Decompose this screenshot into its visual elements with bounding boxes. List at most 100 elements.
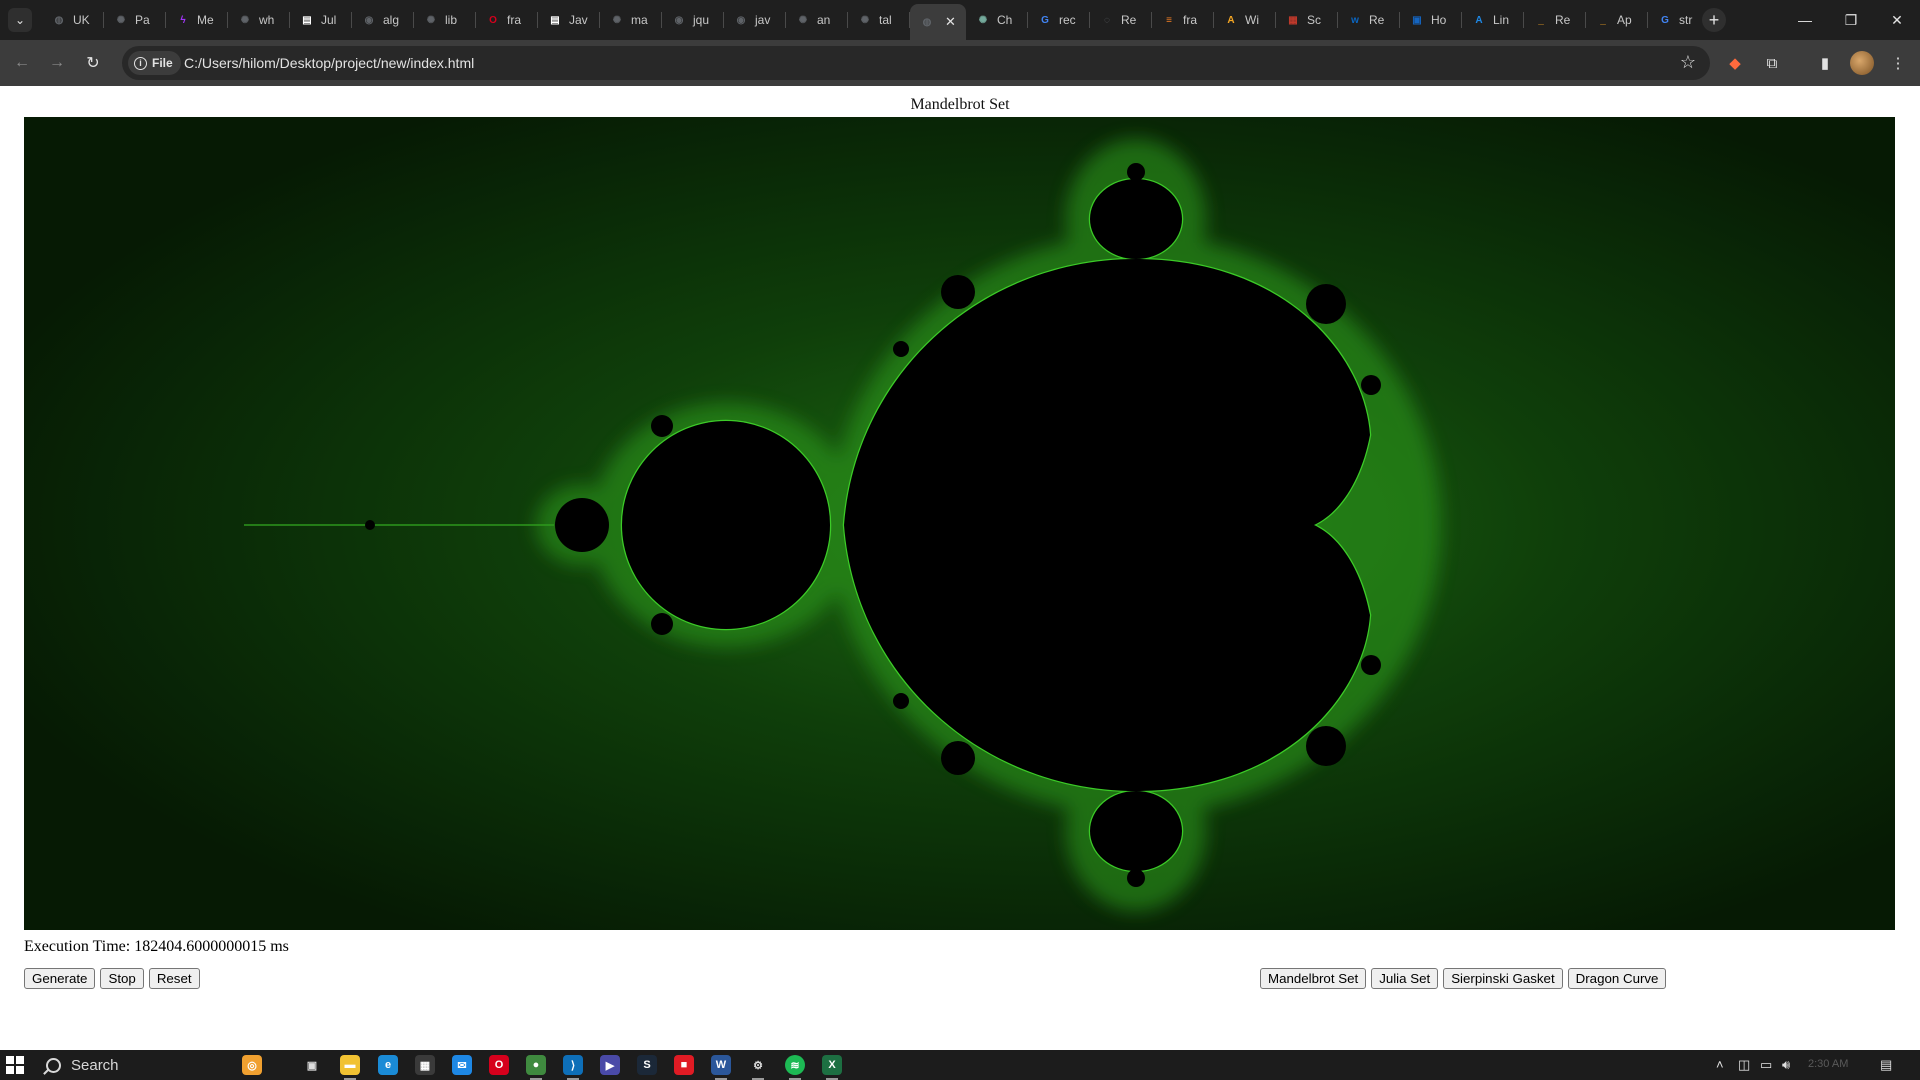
stop-button[interactable]: Stop xyxy=(100,968,144,989)
julia-set-button[interactable]: Julia Set xyxy=(1371,968,1439,989)
browser-tab-label: Jav xyxy=(569,13,588,27)
fractal-canvas[interactable] xyxy=(24,117,1895,930)
mandelbrot-set-button[interactable]: Mandelbrot Set xyxy=(1260,968,1367,989)
browser-tab[interactable]: ✺ Pa xyxy=(104,0,166,40)
spotify-icon[interactable]: ≋ xyxy=(785,1055,805,1080)
openai-icon: ✺ xyxy=(860,14,870,26)
browser-tab-label: Pa xyxy=(135,13,150,27)
browser-tab[interactable]: ✺ tal xyxy=(848,0,910,40)
excel-icon[interactable]: X xyxy=(822,1055,842,1080)
browser-tab[interactable]: A Lin xyxy=(1462,0,1524,40)
new-tab-button[interactable]: + xyxy=(1702,8,1726,32)
taskbar-search[interactable]: Search xyxy=(38,1052,238,1078)
dragon-curve-button[interactable]: Dragon Curve xyxy=(1567,968,1667,989)
browser-tab-label: str xyxy=(1679,13,1693,27)
steam-icon[interactable]: S xyxy=(637,1055,657,1075)
chrome-icon[interactable]: ● xyxy=(526,1055,546,1080)
sierpinski-gasket-button[interactable]: Sierpinski Gasket xyxy=(1443,968,1563,989)
google-icon: G xyxy=(1041,14,1049,26)
browser-tab[interactable]: ◍ ✕ xyxy=(910,4,966,40)
volume-icon[interactable]: 🔊︎ xyxy=(1782,1057,1790,1073)
taskbar-clock[interactable]: 2:30 AM xyxy=(1808,1058,1848,1070)
browser-tab-label: Wi xyxy=(1245,13,1259,27)
browser-tab[interactable]: ◉ jav xyxy=(724,0,786,40)
browser-tab[interactable]: ✺ lib xyxy=(414,0,476,40)
github-icon: ◉ xyxy=(364,14,374,26)
browser-tab[interactable]: ▣ Ho xyxy=(1400,0,1462,40)
stack-icon: ≡ xyxy=(1166,14,1172,26)
browser-tab[interactable]: ✺ an xyxy=(786,0,848,40)
back-icon[interactable]: ← xyxy=(10,51,34,75)
vscode-icon[interactable]: ⟩ xyxy=(563,1055,583,1080)
w-icon: w xyxy=(1351,14,1359,26)
browser-tab[interactable]: ϟ Me xyxy=(166,0,228,40)
dash-icon: _ xyxy=(1538,14,1544,26)
github-icon: ◉ xyxy=(736,14,746,26)
execution-time: Execution Time: 182404.6000000015 ms xyxy=(24,938,289,955)
browser-tab[interactable]: ▦ Sc xyxy=(1276,0,1338,40)
tab-close-icon[interactable]: ✕ xyxy=(945,14,956,30)
edge-icon[interactable]: e xyxy=(378,1055,398,1075)
browser-tab-label: Ch xyxy=(997,13,1013,27)
globe-icon: ◍ xyxy=(54,14,64,26)
window-close-icon[interactable]: ✕ xyxy=(1874,0,1920,40)
fractal-type-controls: Mandelbrot Set Julia Set Sierpinski Gask… xyxy=(1260,968,1667,989)
minimize-icon[interactable]: — xyxy=(1782,0,1828,40)
browser-tab[interactable]: _ Re xyxy=(1524,0,1586,40)
browser-tab[interactable]: ▤ Jav xyxy=(538,0,600,40)
menu-icon[interactable]: ⋮ xyxy=(1886,51,1910,75)
network-icon[interactable]: ▭ xyxy=(1760,1057,1772,1073)
reset-button[interactable]: Reset xyxy=(148,968,200,989)
settings-icon[interactable]: ⚙ xyxy=(748,1055,768,1080)
bookmark-star-icon[interactable]: ☆ xyxy=(1680,52,1696,73)
start-icon[interactable] xyxy=(6,1056,24,1074)
browser-tab[interactable]: ✺ Ch xyxy=(966,0,1028,40)
file-explorer-icon[interactable]: ▬ xyxy=(340,1055,360,1080)
browser-tab[interactable]: Grec xyxy=(1028,0,1090,40)
address-bar[interactable]: i File C:/Users/hilom/Desktop/project/ne… xyxy=(122,46,1710,80)
browser-tab[interactable]: A Wi xyxy=(1214,0,1276,40)
github-icon: ◉ xyxy=(674,14,684,26)
task-view-icon[interactable]: ▣ xyxy=(302,1055,322,1075)
mail-icon[interactable]: ✉ xyxy=(452,1055,472,1075)
loading-icon: ◌ xyxy=(1104,14,1110,26)
dash-icon: _ xyxy=(1600,14,1606,26)
url-text[interactable]: C:/Users/hilom/Desktop/project/new/index… xyxy=(184,55,474,71)
openai-icon: ✺ xyxy=(116,14,126,26)
restore-icon[interactable]: ❐ xyxy=(1828,0,1874,40)
search-highlight-icon[interactable]: ◎ xyxy=(242,1055,262,1075)
store-icon[interactable]: ▦ xyxy=(415,1055,435,1075)
word-icon[interactable]: W xyxy=(711,1055,731,1080)
profile-avatar[interactable] xyxy=(1850,51,1874,75)
browser-tab[interactable]: _ Ap xyxy=(1586,0,1648,40)
browser-tab[interactable]: ◉ alg xyxy=(352,0,414,40)
extensions-icon[interactable]: ⧉ xyxy=(1760,51,1784,75)
browser-tab[interactable]: ≡ fra xyxy=(1152,0,1214,40)
browser-tab[interactable]: ◍ UK xyxy=(42,0,104,40)
browser-tab-label: fra xyxy=(1183,13,1198,27)
generate-button[interactable]: Generate xyxy=(24,968,96,989)
notifications-icon[interactable]: ▤ xyxy=(1880,1057,1892,1073)
browser-tab[interactable]: ✺ wh xyxy=(228,0,290,40)
tray-overflow-icon[interactable]: ˄ xyxy=(1716,1057,1724,1072)
browser-tab[interactable]: w Re xyxy=(1338,0,1400,40)
recorder-icon[interactable]: ■ xyxy=(674,1055,694,1075)
openai-icon: ✺ xyxy=(612,14,622,26)
reload-icon[interactable]: ↻ xyxy=(81,51,105,75)
browser-tab[interactable]: ◌ Re xyxy=(1090,0,1152,40)
browser-tab[interactable]: Ofra xyxy=(476,0,538,40)
brave-rewards-icon[interactable]: ◆ xyxy=(1723,51,1747,75)
tray-app-icon[interactable]: ◫ xyxy=(1738,1057,1750,1073)
browser-tab[interactable]: ✺ ma xyxy=(600,0,662,40)
browser-tab[interactable]: Gstr xyxy=(1648,0,1710,40)
media-player-icon[interactable]: ▶ xyxy=(600,1055,620,1075)
forward-icon[interactable]: → xyxy=(45,51,69,75)
browser-tab[interactable]: ◉ jqu xyxy=(662,0,724,40)
opera-icon[interactable]: O xyxy=(489,1055,509,1075)
browser-tab[interactable]: ▤ Jul xyxy=(290,0,352,40)
tab-search-button[interactable]: ⌄ xyxy=(8,8,32,32)
site-info-chip[interactable]: i File xyxy=(128,51,181,75)
a-icon: A xyxy=(1227,14,1235,26)
side-panel-icon[interactable]: ▮ xyxy=(1813,51,1837,75)
browser-toolbar: ← → ↻ i File C:/Users/hilom/Desktop/proj… xyxy=(0,40,1920,86)
